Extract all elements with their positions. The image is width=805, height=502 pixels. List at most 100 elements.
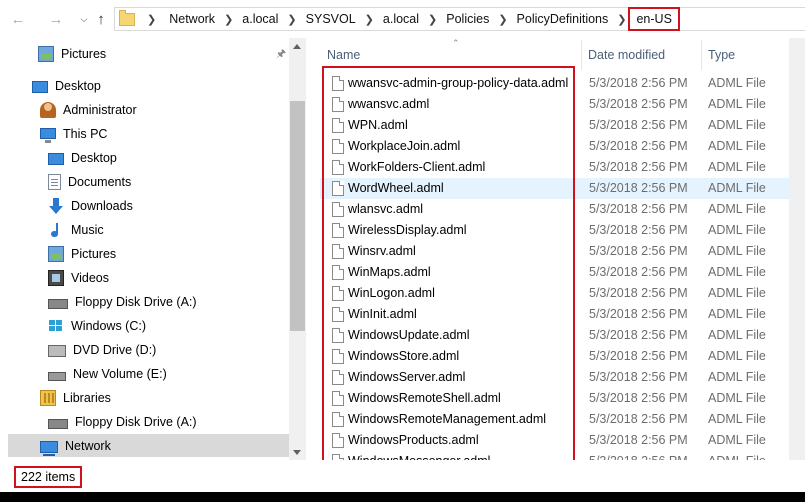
nav-item-dvd-drive-d[interactable]: DVD Drive (D:) [8,338,289,361]
column-header-type[interactable]: Type [708,48,735,62]
file-name: wwansvc-admin-group-policy-data.adml [348,76,569,90]
address-bar[interactable]: ❯ Network ❯ a.local ❯ SYSVOL ❯ a.local ❯ Policie… [114,7,805,31]
file-type: ADML File [708,265,766,279]
user-icon [40,101,56,118]
file-date-modified: 5/3/2018 2:56 PM [589,307,688,321]
file-icon [332,349,344,364]
nav-item-label: Documents [68,174,132,189]
file-row[interactable]: WindowsProducts.adml 5/3/2018 2:56 PM ADML… [320,430,805,451]
file-row[interactable]: WordWheel.adml 5/3/2018 2:56 PM ADML File [320,178,805,199]
arrow-left-icon[interactable]: ← [8,8,28,30]
documents-icon [48,173,61,190]
navigation-pane-scrollbar[interactable] [289,38,306,460]
nav-item-label: Desktop [71,150,117,165]
breadcrumb-separator-icon[interactable]: ❯ [611,13,632,26]
file-row[interactable]: Winsrv.adml 5/3/2018 2:56 PM ADML File [320,241,805,262]
breadcrumb-item[interactable]: Policies [443,12,492,26]
breadcrumb-separator-icon[interactable]: ❯ [141,13,162,26]
file-name: WindowsServer.adml [348,370,466,384]
nav-item-downloads[interactable]: Downloads [8,194,289,217]
file-row[interactable]: WindowsStore.adml 5/3/2018 2:56 PM ADML Fi… [320,346,805,367]
file-row[interactable]: wwansvc.adml 5/3/2018 2:56 PM ADML File [320,94,805,115]
file-icon [332,328,344,343]
file-row[interactable]: WorkplaceJoin.adml 5/3/2018 2:56 PM ADML F… [320,136,805,157]
file-row[interactable]: WinMaps.adml 5/3/2018 2:56 PM ADML File [320,262,805,283]
nav-item-pictures[interactable]: Pictures [8,242,289,265]
file-name: WorkFolders-Client.adml [348,160,486,174]
file-date-modified: 5/3/2018 2:56 PM [589,118,688,132]
breadcrumb-item[interactable]: a.local [239,12,281,26]
breadcrumb-item[interactable]: Network [166,12,218,26]
file-row[interactable]: WindowsRemoteManagement.adml 5/3/2018 2:5… [320,409,805,430]
file-row[interactable]: wlansvc.adml 5/3/2018 2:56 PM ADML File [320,199,805,220]
breadcrumb-separator-icon[interactable]: ❯ [492,13,513,26]
nav-item-label: Network [65,438,111,453]
nav-item-network[interactable]: Network [8,434,289,457]
arrow-right-icon[interactable]: → [46,8,66,30]
file-row[interactable]: WindowsMessenger.adml5/3/2018 2:56 PMADM… [320,451,805,460]
column-divider[interactable] [701,40,702,70]
nav-item-floppy-disk-drive-a[interactable]: Floppy Disk Drive (A:) [8,410,289,433]
nav-item-videos[interactable]: Videos [8,266,289,289]
column-divider[interactable] [581,40,582,70]
nav-item-administrator[interactable]: Administrator [8,98,289,121]
file-type: ADML File [708,160,766,174]
file-date-modified: 5/3/2018 2:56 PM [589,433,688,447]
nav-item-label: Pictures [71,246,117,261]
nav-item-music[interactable]: Music [8,218,289,241]
column-header-date-modified[interactable]: Date modified [588,48,665,62]
nav-item-pictures[interactable]: Pictures [8,42,289,65]
breadcrumb-item[interactable]: en-US [628,7,680,31]
arrow-up-icon[interactable]: ↑ [91,8,111,30]
file-row[interactable]: WinInit.adml 5/3/2018 2:56 PM ADML File [320,304,805,325]
file-row[interactable]: WinLogon.adml 5/3/2018 2:56 PM ADML File [320,283,805,304]
item-count: 222 items [14,466,83,488]
breadcrumb-separator-icon[interactable]: ❯ [281,13,302,26]
file-icon [332,139,344,154]
nav-item-windows-c[interactable]: Windows (C:) [8,314,289,337]
file-row[interactable]: WorkFolders-Client.adml 5/3/2018 2:56 PM A… [320,157,805,178]
file-date-modified: 5/3/2018 2:56 PM [589,349,688,363]
nav-item-this-pc[interactable]: This PC [8,122,289,145]
column-header-name[interactable]: Name [327,48,360,62]
file-list-pane: ⌃ Name Date modified Type wwansvc-admin-… [306,38,805,460]
file-icon [332,286,344,301]
column-header-row: ⌃ Name Date modified Type [306,38,805,70]
file-type: ADML File [708,181,766,195]
file-row[interactable]: WirelessDisplay.adml 5/3/2018 2:56 PM ADML… [320,220,805,241]
file-icon [332,370,344,385]
floppy-icon [48,298,68,309]
breadcrumb-item[interactable]: a.local [380,12,422,26]
scroll-up-icon[interactable] [293,44,301,49]
pictures-icon [48,245,64,262]
breadcrumb-separator-icon[interactable]: ❯ [422,13,443,26]
nav-item-floppy-disk-drive-a[interactable]: Floppy Disk Drive (A:) [8,290,289,313]
breadcrumb-item[interactable]: PolicyDefinitions [514,12,612,26]
file-row[interactable]: wwansvc-admin-group-policy-data.adml 5/3/… [320,73,805,94]
breadcrumb-separator-icon[interactable]: ❯ [218,13,239,26]
dvd-icon [48,344,66,357]
scrollbar-thumb[interactable] [290,101,305,331]
breadcrumb-separator-icon[interactable]: ❯ [359,13,380,26]
file-list-scrollbar[interactable] [789,38,805,460]
file-row[interactable]: WPN.adml 5/3/2018 2:56 PM ADML File [320,115,805,136]
nav-item-desktop[interactable]: Desktop [8,74,289,97]
nav-item-libraries[interactable]: Libraries [8,386,289,409]
nav-item-new-volume-e[interactable]: New Volume (E:) [8,362,289,385]
nav-item-label: Videos [71,270,109,285]
file-type: ADML File [708,244,766,258]
file-date-modified: 5/3/2018 2:56 PM [589,223,688,237]
file-explorer-window: ← → ⌵ ↑ ❯ Network ❯ a.local ❯ SYSVOL ❯ a.local… [0,0,805,492]
nav-item-documents[interactable]: Documents [8,170,289,193]
scroll-down-icon[interactable] [293,450,301,455]
file-name: WorkplaceJoin.adml [348,139,461,153]
file-type: ADML File [708,349,766,363]
nav-item-desktop[interactable]: Desktop [8,146,289,169]
file-row[interactable]: WindowsServer.adml 5/3/2018 2:56 PM ADML F… [320,367,805,388]
file-type: ADML File [708,223,766,237]
file-date-modified: 5/3/2018 2:56 PM [589,265,688,279]
breadcrumb-item[interactable]: SYSVOL [303,12,359,26]
file-row[interactable]: WindowsRemoteShell.adml 5/3/2018 2:56 PM A… [320,388,805,409]
file-row[interactable]: WindowsUpdate.adml 5/3/2018 2:56 PM ADML F… [320,325,805,346]
nav-item-label: Desktop [55,78,101,93]
